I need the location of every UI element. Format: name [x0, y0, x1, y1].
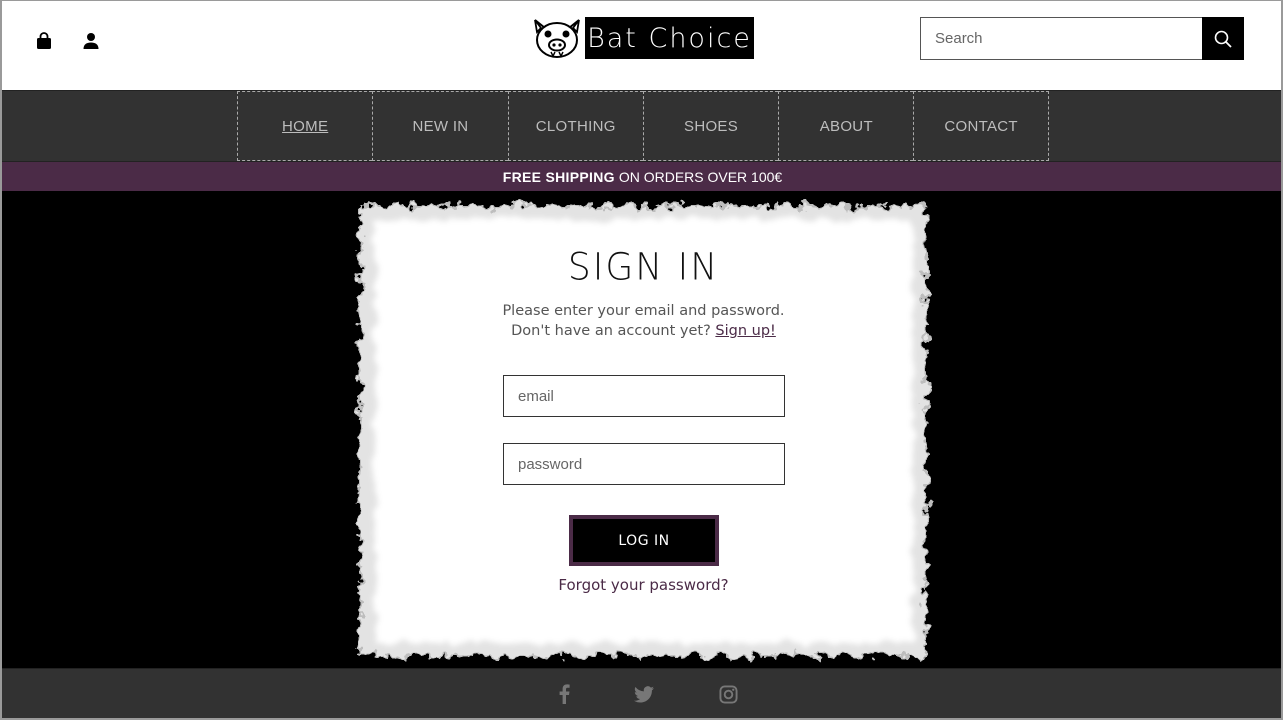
signup-link[interactable]: Sign up!	[715, 323, 775, 339]
brand-name: Bat Choice	[585, 17, 754, 59]
shipping-banner: FREE SHIPPING ON ORDERS OVER 100€	[2, 161, 1281, 191]
forgot-password-link[interactable]: Forgot your password?	[347, 576, 940, 594]
signin-intro: Please enter your email and password. Do…	[347, 301, 940, 341]
shopping-bag-icon[interactable]	[33, 30, 55, 52]
intro-line-2: Don't have an account yet? Sign up!	[347, 321, 940, 341]
twitter-icon[interactable]	[633, 683, 655, 705]
signin-card: SIGN IN Please enter your email and pass…	[347, 195, 940, 667]
password-field[interactable]	[503, 443, 785, 485]
nav-item-contact[interactable]: CONTACT	[913, 91, 1049, 161]
main-nav: HOME NEW IN CLOTHING SHOES ABOUT CONTACT	[2, 90, 1281, 161]
nav-item-clothing[interactable]: CLOTHING	[507, 91, 643, 161]
intro-line-1: Please enter your email and password.	[502, 303, 785, 319]
header: Bat Choice	[2, 1, 1281, 90]
search-input[interactable]	[920, 17, 1202, 60]
footer	[2, 668, 1281, 718]
nav-item-about[interactable]: ABOUT	[778, 91, 914, 161]
search-button[interactable]	[1202, 17, 1244, 60]
banner-highlight: FREE SHIPPING	[502, 168, 615, 185]
search-bar	[920, 17, 1244, 60]
brand-logo[interactable]: Bat Choice	[531, 16, 754, 60]
instagram-icon[interactable]	[717, 683, 739, 705]
login-button[interactable]: LOG IN	[569, 515, 719, 566]
page-title: SIGN IN	[567, 245, 720, 290]
banner-text: ON ORDERS OVER 100€	[618, 168, 783, 185]
main-content: SIGN IN Please enter your email and pass…	[2, 191, 1281, 668]
search-icon	[1214, 30, 1232, 48]
intro-question: Don't have an account yet?	[511, 323, 711, 339]
nav-item-new-in[interactable]: NEW IN	[372, 91, 508, 161]
nav-item-home[interactable]: HOME	[237, 91, 373, 161]
pig-bat-icon	[534, 19, 580, 58]
page-frame: Bat Choice HOME NEW IN CLOTHING SHOES AB…	[0, 0, 1283, 720]
nav-item-shoes[interactable]: SHOES	[642, 91, 779, 161]
email-field[interactable]	[503, 375, 785, 417]
user-icon[interactable]	[80, 30, 102, 52]
facebook-icon[interactable]	[553, 683, 575, 705]
